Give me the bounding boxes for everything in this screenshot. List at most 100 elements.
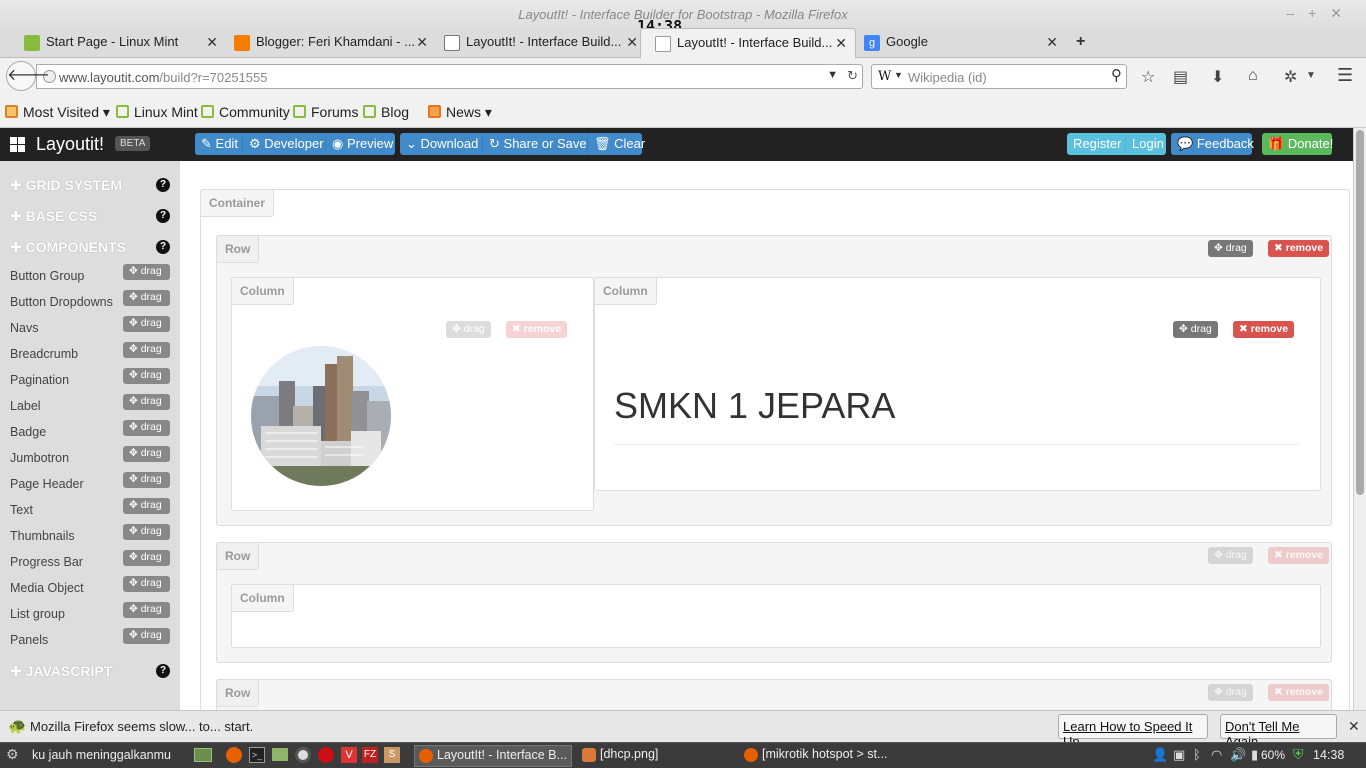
bookmark-community[interactable]: Community xyxy=(201,104,290,120)
bookmark-blog[interactable]: Blog xyxy=(363,104,409,120)
remove-button[interactable]: ✖ remove xyxy=(1268,240,1330,257)
login-button[interactable]: Login xyxy=(1125,133,1166,155)
url-bar[interactable]: www.layoutit.com/build?r=70251555 ▼ ↻ xyxy=(36,64,863,89)
bookmark-forums[interactable]: Forums xyxy=(293,104,358,120)
preview-button[interactable]: ◉ Preview xyxy=(325,133,395,155)
close-tab-icon[interactable]: ✕ xyxy=(1046,34,1058,51)
drag-handle[interactable]: ✥ drag xyxy=(123,602,170,618)
search-bar[interactable]: W ▼ Wikipedia (id) ⚲ xyxy=(871,64,1127,89)
drag-handle[interactable]: ✥ drag xyxy=(123,628,170,644)
vertical-scrollbar[interactable] xyxy=(1353,128,1366,710)
drag-handle[interactable]: ✥ drag xyxy=(123,264,170,280)
close-tab-icon[interactable]: ✕ xyxy=(626,34,638,51)
start-menu-label[interactable]: ku jauh meninggalkanmu xyxy=(32,748,171,762)
drag-handle[interactable]: ✥ drag xyxy=(123,342,170,358)
maximize-icon[interactable]: + xyxy=(1308,5,1330,21)
scrollbar-thumb[interactable] xyxy=(1356,130,1364,495)
help-icon[interactable]: ? xyxy=(156,209,170,223)
drag-button[interactable]: ✥ drag xyxy=(1173,321,1218,338)
firefox-icon[interactable] xyxy=(226,747,242,763)
drag-button[interactable]: ✥ drag xyxy=(1208,547,1253,564)
window-controls[interactable]: –+✕ xyxy=(1286,5,1356,22)
drag-handle[interactable]: ✥ drag xyxy=(123,316,170,332)
tab-layoutit-1[interactable]: LayoutIt! - Interface Build... ✕ xyxy=(420,28,646,58)
search-icon[interactable]: ⚲ xyxy=(1111,66,1122,84)
column-box[interactable] xyxy=(594,277,1321,491)
drag-handle[interactable]: ✥ drag xyxy=(123,290,170,306)
section-components[interactable]: ✚ COMPONENTS xyxy=(10,239,126,256)
drag-button[interactable]: ✥ drag xyxy=(1208,240,1253,257)
close-icon[interactable]: ✕ xyxy=(1348,718,1360,735)
task-dhcp[interactable]: [dhcp.png] xyxy=(582,747,732,762)
task-layoutit[interactable]: LayoutIt! - Interface B... xyxy=(414,745,572,767)
task-mikrotik[interactable]: [mikrotik hotspot > st... xyxy=(744,747,904,762)
developer-button[interactable]: ⚙ Developer xyxy=(242,133,325,155)
filezilla-icon[interactable]: FZ xyxy=(362,747,378,763)
section-javascript[interactable]: ✚ JAVASCRIPT xyxy=(10,663,112,680)
drag-handle[interactable]: ✥ drag xyxy=(123,524,170,540)
drag-handle[interactable]: ✥ drag xyxy=(123,576,170,592)
volume-icon[interactable]: 🔊 xyxy=(1230,747,1246,763)
opera-icon[interactable] xyxy=(318,747,334,763)
drag-handle[interactable]: ✥ drag xyxy=(123,550,170,566)
help-icon[interactable]: ? xyxy=(156,178,170,192)
brand-name[interactable]: Layoutit! xyxy=(36,134,104,155)
drag-handle[interactable]: ✥ drag xyxy=(123,498,170,514)
drag-handle[interactable]: ✥ drag xyxy=(123,472,170,488)
tab-google[interactable]: g Google ✕ xyxy=(840,28,1066,58)
drag-handle[interactable]: ✥ drag xyxy=(123,394,170,410)
home-icon[interactable]: ⌂ xyxy=(1248,67,1258,85)
bookmarks-list-icon[interactable]: ▤ xyxy=(1173,67,1188,87)
remove-button[interactable]: ✖ remove xyxy=(506,321,568,338)
learn-speed-button[interactable]: Learn How to Speed It Up xyxy=(1058,714,1208,749)
tab-blogger[interactable]: Blogger: Feri Khamdani - ... ✕ xyxy=(210,28,436,58)
vivaldi-icon[interactable]: V xyxy=(341,747,357,763)
new-tab-button[interactable]: + xyxy=(1076,33,1085,51)
show-desktop-icon[interactable] xyxy=(194,748,212,762)
close-window-icon[interactable]: ✕ xyxy=(1330,5,1356,21)
files-icon[interactable] xyxy=(272,748,288,761)
help-icon[interactable]: ? xyxy=(156,240,170,254)
clipboard-icon[interactable]: ▣ xyxy=(1173,747,1185,763)
download-icon[interactable]: ⬇ xyxy=(1211,67,1224,87)
terminal-icon[interactable]: >_ xyxy=(249,747,265,763)
bluetooth-icon[interactable]: ᛒ xyxy=(1193,747,1201,762)
drag-button[interactable]: ✥ drag xyxy=(1208,684,1253,701)
section-grid-system[interactable]: ✚ GRID SYSTEM xyxy=(10,177,122,194)
dont-tell-again-button[interactable]: Don't Tell Me Again xyxy=(1220,714,1337,749)
menu-gear-icon[interactable]: ⚙ xyxy=(6,746,19,763)
remove-button[interactable]: ✖ remove xyxy=(1268,547,1330,564)
remove-button[interactable]: ✖ remove xyxy=(1233,321,1295,338)
shield-icon[interactable]: ⛨ xyxy=(1293,746,1304,763)
drag-handle[interactable]: ✥ drag xyxy=(123,368,170,384)
tab-start-page[interactable]: Start Page - Linux Mint ✕ xyxy=(0,28,226,58)
minimize-icon[interactable]: – xyxy=(1286,5,1308,21)
bookmark-most-visited[interactable]: Most Visited ▾ xyxy=(5,104,110,121)
section-base-css[interactable]: ✚ BASE CSS xyxy=(10,208,97,225)
clear-button[interactable]: 🗑 Clear xyxy=(587,133,645,155)
bookmark-news[interactable]: News ▾ xyxy=(428,104,492,121)
donate-button[interactable]: 🎁 Donate! xyxy=(1262,133,1333,155)
register-button[interactable]: Register xyxy=(1067,133,1125,155)
edit-button[interactable]: ✎ Edit xyxy=(195,133,242,155)
user-icon[interactable]: 👤 xyxy=(1152,747,1168,763)
download-button[interactable]: ⌄ Download xyxy=(400,133,482,155)
sublime-icon[interactable]: S xyxy=(384,747,400,763)
drag-handle[interactable]: ✥ drag xyxy=(123,420,170,436)
search-engine-dropdown-icon[interactable]: ▼ xyxy=(894,70,903,80)
share-button[interactable]: ↻ Share or Save xyxy=(482,133,587,155)
feedback-button[interactable]: 💬 Feedback xyxy=(1171,133,1254,155)
url-dropdown-icon[interactable]: ▼ xyxy=(827,69,838,81)
drag-button[interactable]: ✥ drag xyxy=(446,321,491,338)
addon-icon[interactable]: ✲ xyxy=(1284,67,1297,87)
menu-icon[interactable]: ☰ xyxy=(1337,65,1353,86)
chrome-icon[interactable] xyxy=(295,747,311,763)
wifi-icon[interactable]: ◠ xyxy=(1211,747,1222,763)
reload-icon[interactable]: ↻ xyxy=(847,68,858,84)
remove-button[interactable]: ✖ remove xyxy=(1268,684,1330,701)
bookmark-linux-mint[interactable]: Linux Mint xyxy=(116,104,198,120)
back-button[interactable]: 🡐 xyxy=(6,61,50,91)
help-icon[interactable]: ? xyxy=(156,664,170,678)
tab-layoutit-2[interactable]: LayoutIt! - Interface Build... ✕ xyxy=(640,28,856,58)
bookmark-star-icon[interactable]: ☆ xyxy=(1141,67,1155,87)
